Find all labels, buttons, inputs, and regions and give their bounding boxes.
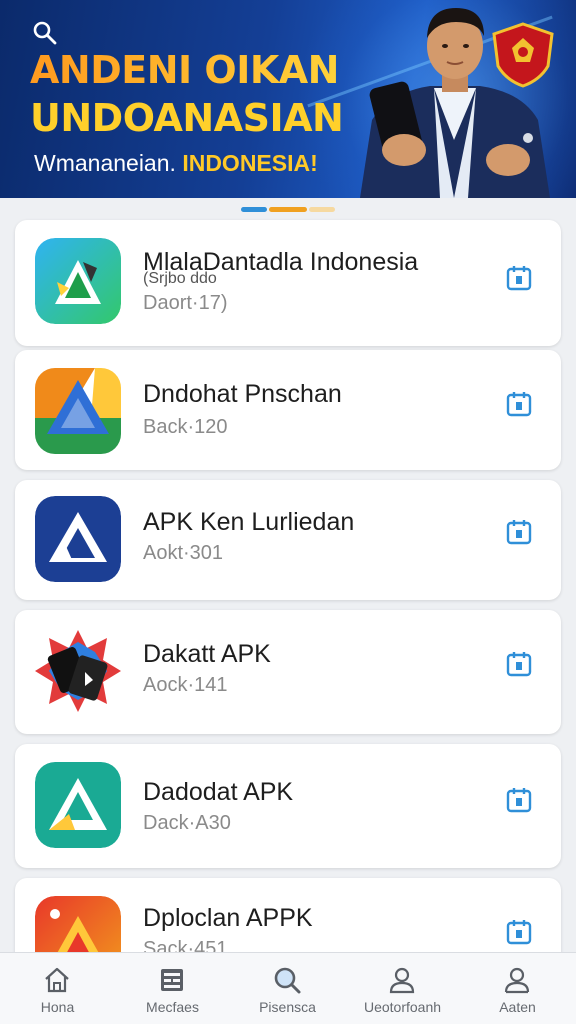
- app-title-6: Dploclan APPK: [143, 904, 313, 932]
- user-icon: [389, 967, 415, 994]
- pager-dot-1[interactable]: [241, 207, 267, 212]
- calendar-icon[interactable]: [505, 518, 533, 546]
- app-screen: ANDENI OIKAN UNDOANASIAN Wmananeian. IND…: [0, 0, 576, 1024]
- banner-headline-line2: UNDOANASIAN: [30, 96, 344, 140]
- banner-subline: Wmananeian. INDONESIA!: [34, 150, 318, 177]
- calendar-icon[interactable]: [505, 390, 533, 418]
- app-icon-5: [35, 762, 121, 848]
- app-title-4: Dakatt APK: [143, 640, 271, 668]
- app-subtitle-2: Back·120: [143, 416, 228, 438]
- app-title-2: Dndohat Pnschan: [143, 380, 342, 408]
- nav-item-grid[interactable]: Mecfaes: [115, 953, 230, 1024]
- nav-item-account[interactable]: Aaten: [460, 953, 576, 1024]
- calendar-icon[interactable]: [505, 264, 533, 292]
- app-card-5[interactable]: Dadodat APK Dack·A30: [15, 744, 561, 868]
- calendar-icon[interactable]: [505, 918, 533, 946]
- promo-banner[interactable]: ANDENI OIKAN UNDOANASIAN Wmananeian. IND…: [0, 0, 576, 198]
- app-card-2[interactable]: Dndohat Pnschan Back·120: [15, 350, 561, 470]
- app-subtitle-4: Aock·141: [143, 674, 228, 696]
- app-subtitle-5: Dack·A30: [143, 812, 231, 834]
- app-icon-2: [35, 368, 121, 454]
- calendar-icon[interactable]: [505, 650, 533, 678]
- app-title-5: Dadodat APK: [143, 778, 294, 806]
- app-subtitle-extra-1: (Srjbo ddo: [143, 270, 217, 287]
- home-icon: [45, 967, 69, 993]
- app-icon-1: [35, 238, 121, 324]
- app-title-3: APK Ken Lurliedan: [143, 508, 355, 536]
- nav-label-account: Aaten: [499, 999, 536, 1015]
- banner-pager[interactable]: [241, 207, 335, 212]
- account-icon: [504, 967, 530, 994]
- search-icon: [274, 967, 301, 994]
- nav-label-search: Pisensca: [259, 999, 316, 1015]
- nav-item-home[interactable]: Hona: [0, 953, 115, 1024]
- nav-label-user: Ueotorfoanh: [363, 999, 442, 1015]
- app-icon-3: [35, 496, 121, 582]
- search-icon[interactable]: [32, 20, 58, 46]
- app-subtitle-1: Daort·17): [143, 292, 228, 314]
- emblem-icon: [492, 22, 554, 88]
- nav-label-grid: Mecfaes: [146, 999, 199, 1015]
- nav-label-home: Hona: [40, 999, 75, 1015]
- pager-dot-2[interactable]: [269, 207, 307, 212]
- nav-item-search[interactable]: Pisensca: [230, 953, 345, 1024]
- calendar-icon[interactable]: [505, 786, 533, 814]
- app-icon-4: [35, 630, 121, 712]
- app-card-3[interactable]: APK Ken Lurliedan Aokt·301: [15, 480, 561, 600]
- bottom-nav: Hona Mecfaes Pisensca Ueotorfoanh Aaten: [0, 952, 576, 1024]
- banner-subline-accent: INDONESIA!: [182, 150, 318, 176]
- grid-icon: [161, 969, 183, 991]
- pager-dot-3[interactable]: [309, 207, 335, 212]
- app-card-1[interactable]: MlalaDantadla Indonesia (Srjbo ddo Daort…: [15, 220, 561, 346]
- app-subtitle-3: Aokt·301: [143, 542, 224, 564]
- app-card-4[interactable]: Dakatt APK Aock·141: [15, 610, 561, 734]
- nav-item-user[interactable]: Ueotorfoanh: [345, 953, 460, 1024]
- banner-headline-line1: ANDENI OIKAN: [30, 48, 339, 92]
- banner-subline-prefix: Wmananeian.: [34, 150, 176, 176]
